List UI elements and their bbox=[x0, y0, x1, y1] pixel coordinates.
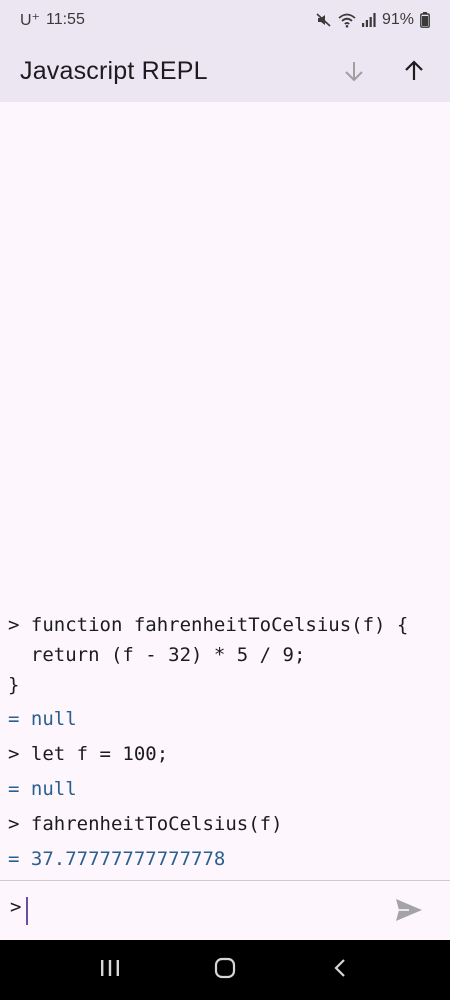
wifi-icon bbox=[338, 12, 356, 28]
input-bar: > bbox=[0, 880, 450, 940]
arrow-down-icon bbox=[342, 59, 366, 83]
system-nav-bar bbox=[0, 940, 450, 1000]
home-button[interactable] bbox=[195, 940, 255, 1000]
status-bar: U⁺ 11:55 91% bbox=[0, 0, 450, 40]
page-title: Javascript REPL bbox=[20, 56, 208, 85]
console-line-3: } bbox=[8, 674, 20, 696]
battery-label: 91% bbox=[381, 11, 414, 28]
back-button[interactable] bbox=[310, 940, 370, 1000]
console-result-3: = 37.77777777777778 bbox=[8, 848, 226, 870]
status-time: 11:55 bbox=[46, 11, 85, 28]
recents-button[interactable] bbox=[80, 940, 140, 1000]
back-icon bbox=[333, 957, 347, 984]
console-line-4: > let f = 100; bbox=[8, 743, 169, 765]
console-line-2: return (f - 32) * 5 / 9; bbox=[8, 644, 306, 666]
command-input[interactable] bbox=[30, 891, 374, 933]
arrow-up-icon bbox=[402, 59, 426, 83]
console-line-1: > function fahrenheitToCelsius(f) { bbox=[8, 614, 409, 636]
mute-icon bbox=[316, 12, 332, 28]
signal-icon bbox=[361, 13, 376, 27]
text-caret bbox=[26, 897, 28, 925]
console-result-2: = null bbox=[8, 778, 77, 800]
send-icon bbox=[394, 897, 424, 928]
status-left: U⁺ 11:55 bbox=[20, 10, 85, 30]
battery-icon bbox=[420, 12, 430, 28]
status-right: 91% bbox=[316, 11, 430, 29]
send-button[interactable] bbox=[392, 895, 426, 929]
scroll-down-button[interactable] bbox=[330, 47, 378, 95]
recents-icon bbox=[99, 958, 121, 983]
home-icon bbox=[214, 957, 236, 984]
carrier-label: U⁺ bbox=[20, 12, 40, 29]
input-prompt: > bbox=[10, 896, 22, 918]
scroll-up-button[interactable] bbox=[390, 47, 438, 95]
console-line-5: > fahrenheitToCelsius(f) bbox=[8, 813, 283, 835]
console-result-1: = null bbox=[8, 708, 77, 730]
app-bar: Javascript REPL bbox=[0, 40, 450, 102]
